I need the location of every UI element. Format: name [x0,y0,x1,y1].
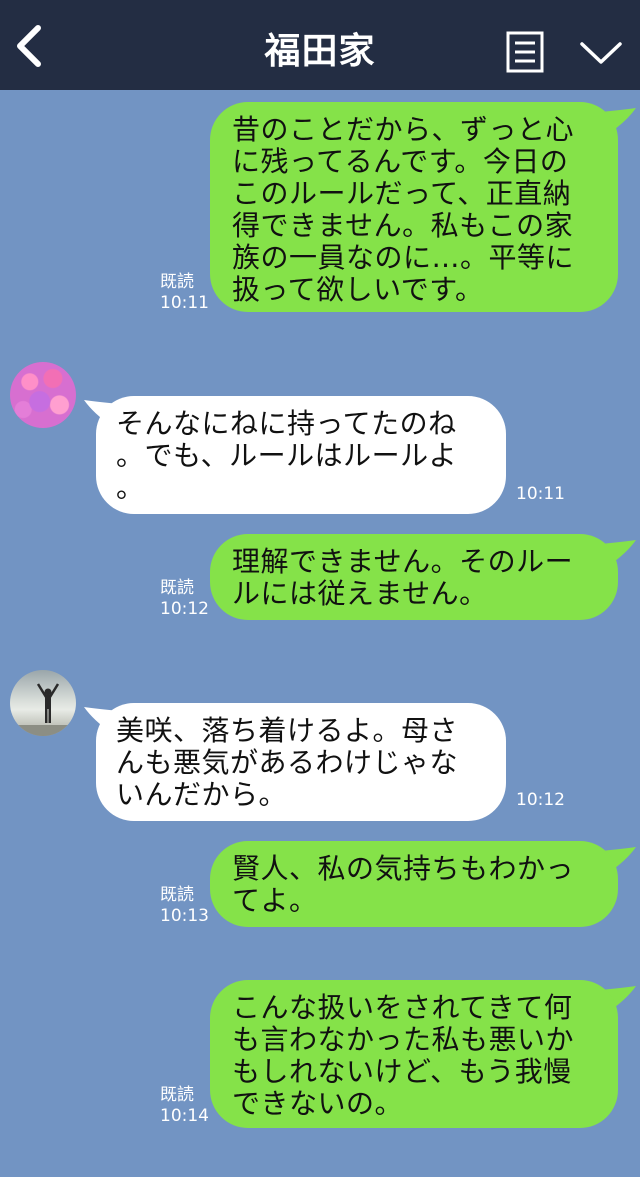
read-receipt: 既読 [160,578,194,598]
message-time: 10:14 [160,1106,209,1126]
message-meta: 既読 10:14 [160,1085,209,1127]
message-time: 10:12 [516,790,565,810]
message-bubble[interactable]: 賢人、私の気持ちもわかっ てよ。 [210,841,618,927]
read-receipt: 既読 [160,1085,194,1105]
message-time: 10:13 [160,906,209,926]
message-bubble[interactable]: こんな扱いをされてきて何 も言わなかった私も悪いか もしれないけど、もう我慢 で… [210,980,618,1128]
message-time: 10:11 [160,293,209,313]
person-silhouette-icon [10,683,76,736]
message-bubble[interactable]: 理解できません。そのルー ルには従えません。 [210,534,618,620]
message-time: 10:11 [516,484,565,504]
read-receipt: 既読 [160,272,194,292]
message-time: 10:12 [160,599,209,619]
message-meta: 既読 10:11 [160,272,209,314]
menu-list-icon[interactable] [506,31,544,73]
person-avatar[interactable] [10,670,76,736]
message-bubble[interactable]: そんなにねに持ってたのね 。でも、ルールはルールよ 。 [96,396,506,514]
read-receipt: 既読 [160,885,194,905]
chat-header: 福田家 [0,0,640,90]
chevron-down-icon[interactable] [578,38,624,68]
message-meta: 既読 10:12 [160,578,209,620]
flower-avatar[interactable] [10,362,76,428]
message-meta: 既読 10:13 [160,885,209,927]
message-bubble[interactable]: 昔のことだから、ずっと心 に残ってるんです。今日の このルールだって、正直納 得… [210,102,618,312]
chat-title: 福田家 [264,31,376,72]
message-bubble[interactable]: 美咲、落ち着けるよ。母さ んも悪気があるわけじゃな いんだから。 [96,703,506,821]
